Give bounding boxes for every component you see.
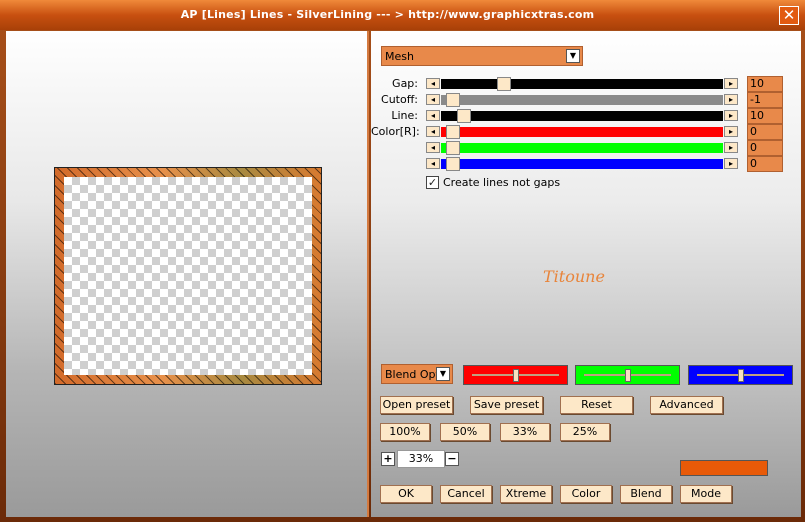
slider-value-field[interactable]: 0: [747, 124, 783, 140]
mode-dropdown-value: Mesh: [385, 50, 414, 63]
right-arrow-icon[interactable]: ▸: [724, 158, 738, 169]
blend-button[interactable]: Blend: [620, 485, 672, 503]
reset-button[interactable]: Reset: [560, 396, 633, 414]
slider-color-blue: ◂ ▸ 0: [371, 156, 801, 172]
blend-blue-slider[interactable]: [688, 365, 793, 385]
watermark-signature: Titoune: [543, 267, 605, 286]
slider-value-field[interactable]: 0: [747, 140, 783, 156]
slider-knob[interactable]: [625, 369, 631, 382]
left-arrow-icon[interactable]: ◂: [426, 142, 440, 153]
left-arrow-icon[interactable]: ◂: [426, 126, 440, 137]
title-bar[interactable]: AP [Lines] Lines - SilverLining --- > ht…: [0, 0, 805, 30]
zoom-25-button[interactable]: 25%: [560, 423, 610, 441]
mode-button[interactable]: Mode: [680, 485, 732, 503]
slider-thumb[interactable]: [497, 77, 511, 91]
left-arrow-icon[interactable]: ◂: [426, 94, 440, 105]
blend-options-dropdown[interactable]: Blend Options ▼: [381, 364, 453, 384]
slider-thumb[interactable]: [457, 109, 471, 123]
left-arrow-icon[interactable]: ◂: [426, 110, 440, 121]
slider-value-field[interactable]: 0: [747, 156, 783, 172]
color-button[interactable]: Color: [560, 485, 612, 503]
slider-track[interactable]: [441, 95, 723, 105]
right-arrow-icon[interactable]: ▸: [724, 110, 738, 121]
slider-thumb[interactable]: [446, 157, 460, 171]
slider-track[interactable]: [441, 143, 723, 153]
ok-button[interactable]: OK: [380, 485, 432, 503]
slider-thumb[interactable]: [446, 93, 460, 107]
zoom-33-button[interactable]: 33%: [500, 423, 550, 441]
slider-value-field[interactable]: 10: [747, 76, 783, 92]
zoom-level-field[interactable]: 33%: [397, 450, 445, 468]
slider-knob[interactable]: [513, 369, 519, 382]
close-button[interactable]: ✕: [779, 6, 799, 25]
window-title: AP [Lines] Lines - SilverLining --- > ht…: [180, 8, 595, 21]
blend-red-slider[interactable]: [463, 365, 568, 385]
blend-options-value: Blend Options: [385, 368, 437, 381]
left-arrow-icon[interactable]: ◂: [426, 78, 440, 89]
right-arrow-icon[interactable]: ▸: [724, 94, 738, 105]
slider-gap: Gap: ◂ ▸ 10: [371, 76, 801, 92]
preview-image: [54, 167, 322, 385]
slider-cutoff: Cutoff: ◂ ▸ -1: [371, 92, 801, 108]
create-lines-label: Create lines not gaps: [443, 176, 561, 189]
mode-dropdown[interactable]: Mesh ▼: [381, 46, 583, 66]
slider-value-field[interactable]: 10: [747, 108, 783, 124]
slider-color-red: Color[R]: ◂ ▸ 0: [371, 124, 801, 140]
preview-pane: [6, 31, 369, 517]
slider-knob[interactable]: [738, 369, 744, 382]
cancel-button[interactable]: Cancel: [440, 485, 492, 503]
slider-label: Line:: [391, 109, 418, 122]
zoom-100-button[interactable]: 100%: [380, 423, 430, 441]
chevron-down-icon[interactable]: ▼: [566, 49, 580, 63]
slider-thumb[interactable]: [446, 125, 460, 139]
slider-track[interactable]: [441, 111, 723, 121]
advanced-button[interactable]: Advanced: [650, 396, 723, 414]
dialog-window: AP [Lines] Lines - SilverLining --- > ht…: [0, 0, 805, 522]
chevron-down-icon[interactable]: ▼: [436, 367, 450, 381]
transparent-preview-area: [64, 177, 312, 375]
xtreme-button[interactable]: Xtreme: [500, 485, 552, 503]
slider-label: Cutoff:: [381, 93, 418, 106]
color-swatch[interactable]: [680, 460, 768, 476]
blend-green-slider[interactable]: [575, 365, 680, 385]
slider-track[interactable]: [441, 127, 723, 137]
open-preset-button[interactable]: Open preset: [380, 396, 453, 414]
left-arrow-icon[interactable]: ◂: [426, 158, 440, 169]
zoom-50-button[interactable]: 50%: [440, 423, 490, 441]
controls-pane: Mesh ▼ Gap: ◂ ▸ 10 Cutoff: ◂ ▸ -1 Line: …: [371, 31, 801, 517]
right-arrow-icon[interactable]: ▸: [724, 142, 738, 153]
slider-track[interactable]: [441, 159, 723, 169]
slider-thumb[interactable]: [446, 141, 460, 155]
save-preset-button[interactable]: Save preset: [470, 396, 543, 414]
slider-label: Gap:: [392, 77, 418, 90]
slider-line: Line: ◂ ▸ 10: [371, 108, 801, 124]
right-arrow-icon[interactable]: ▸: [724, 126, 738, 137]
create-lines-checkbox[interactable]: ✓: [426, 176, 439, 189]
zoom-out-button[interactable]: −: [445, 452, 459, 466]
zoom-in-button[interactable]: +: [381, 452, 395, 466]
slider-track[interactable]: [441, 79, 723, 89]
slider-value-field[interactable]: -1: [747, 92, 783, 108]
right-arrow-icon[interactable]: ▸: [724, 78, 738, 89]
slider-color-green: ◂ ▸ 0: [371, 140, 801, 156]
slider-label: Color[R]:: [371, 125, 420, 138]
